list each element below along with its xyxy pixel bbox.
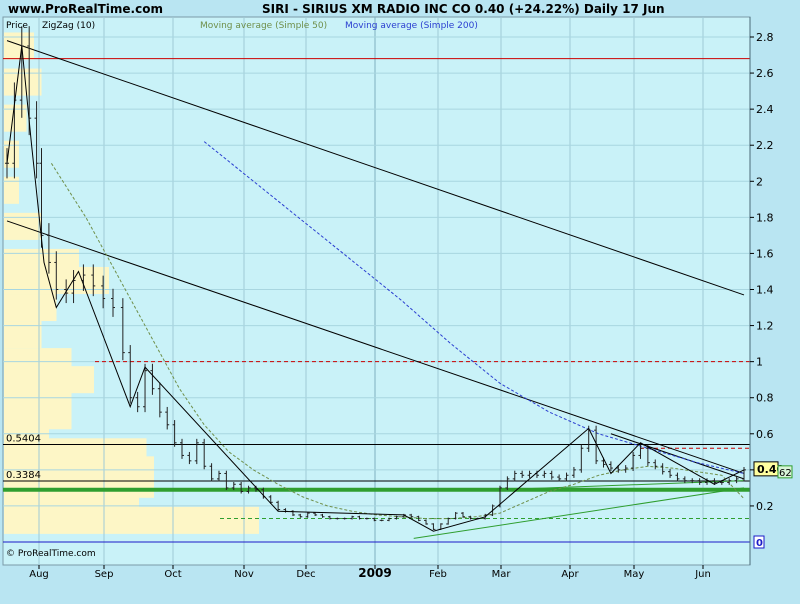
x-tick-label: Feb (429, 569, 447, 580)
x-tick-label: Mar (492, 569, 512, 580)
legend-zigzag: ZigZag (10) (42, 21, 95, 31)
chart-title: SIRI - SIRIUS XM RADIO INC CO 0.40 (+24.… (262, 2, 665, 16)
level-label: 0.3384 (6, 470, 41, 481)
partial-price-label: 62 (779, 468, 792, 479)
x-tick-label: Nov (234, 569, 254, 580)
y-tick-label: 0.2 (756, 500, 774, 513)
volume-profile-bar (4, 294, 57, 322)
y-tick-label: 1.4 (756, 284, 774, 297)
x-tick-label: Sep (95, 569, 114, 580)
y-tick-label: 2.8 (756, 31, 774, 44)
site-title[interactable]: www.ProRealTime.com (8, 2, 163, 16)
y-tick-label: 1 (756, 356, 763, 369)
y-tick-label: 2.4 (756, 103, 774, 116)
zero-price-label: 0 (756, 538, 763, 549)
y-tick-label: 1.8 (756, 211, 774, 224)
x-tick-label: 2009 (358, 566, 391, 580)
legend-ma50: Moving average (Simple 50) (200, 21, 327, 31)
y-tick-label: 2.2 (756, 139, 774, 152)
x-tick-label: May (624, 569, 645, 580)
legend-ma200: Moving average (Simple 200) (345, 21, 478, 31)
x-tick-label: Aug (29, 569, 49, 580)
y-tick-label: 2 (756, 175, 763, 188)
y-tick-label: 0.8 (756, 392, 774, 405)
level-label: 0.5404 (6, 434, 41, 445)
y-tick-label: 1.2 (756, 320, 774, 333)
y-tick-label: 0.6 (756, 428, 774, 441)
x-tick-label: Oct (164, 569, 181, 580)
x-tick-label: Dec (296, 569, 315, 580)
y-tick-label: 2.6 (756, 67, 774, 80)
copyright-text: © ProRealTime.com (6, 549, 96, 559)
x-tick-label: Apr (561, 569, 579, 580)
legend-price: Price (6, 21, 28, 31)
x-tick-label: Jun (694, 569, 711, 580)
chart-container: 0.54040.3384 0.20.40.60.811.21.41.61.822… (0, 0, 800, 600)
y-tick-label: 1.6 (756, 247, 774, 260)
volume-profile-bar (4, 506, 259, 534)
stock-chart: 0.54040.3384 0.20.40.60.811.21.41.61.822… (0, 0, 800, 600)
